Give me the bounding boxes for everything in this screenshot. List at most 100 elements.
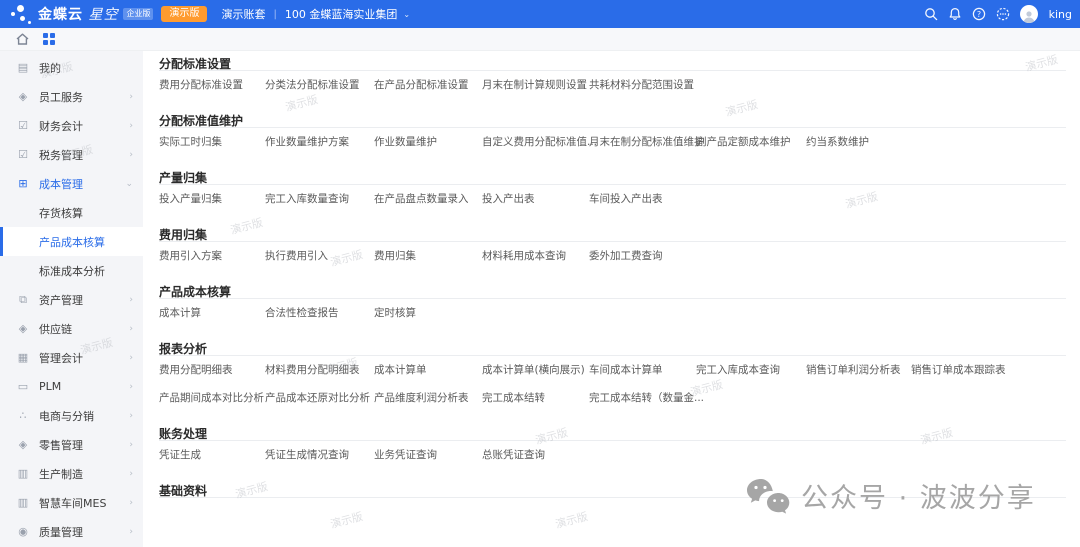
- menu-item[interactable]: 委外加工费查询: [589, 242, 663, 270]
- brand-main: 金蝶云: [38, 7, 83, 23]
- sidebar-item-label: 管理会计: [39, 350, 129, 366]
- menu-item[interactable]: 车间投入产出表: [589, 185, 663, 213]
- menu-item[interactable]: 作业数量维护方案: [265, 128, 349, 156]
- menu-item[interactable]: 在产品分配标准设置: [374, 71, 469, 99]
- menu-item[interactable]: 合法性检查报告: [265, 299, 339, 327]
- home-icon[interactable]: [16, 33, 29, 45]
- sidebar-subitem-inventory-accounting[interactable]: 存货核算: [0, 198, 143, 227]
- menu-item[interactable]: 约当系数维护: [806, 128, 869, 156]
- sidebar-item-label: 资产管理: [39, 292, 129, 308]
- menu-item[interactable]: 销售订单成本跟踪表: [911, 356, 1006, 384]
- sidebar-item-label: 零售管理: [39, 437, 129, 453]
- sidebar-item-my[interactable]: ▤我的: [0, 53, 143, 82]
- bell-icon[interactable]: [948, 7, 963, 22]
- menu-content: 分配标准设置费用分配标准设置分类法分配标准设置在产品分配标准设置月末在制计算规则…: [143, 51, 1080, 547]
- sidebar-item-financial-accounting[interactable]: ☑财务会计›: [0, 111, 143, 140]
- sidebar-item-asset-management[interactable]: ⧉ 资产管理›: [0, 285, 143, 314]
- chevron-right-icon: ›: [129, 295, 133, 305]
- menu-item[interactable]: 执行费用引入: [265, 242, 328, 270]
- sidebar-item-label: 电商与分销: [39, 408, 129, 424]
- menu-row: 实际工时归集 作业数量维护方案作业数量维护 自定义费用分配标准值...月末在制分配标…: [159, 128, 1080, 156]
- layers-icon: ◈: [16, 322, 30, 335]
- sidebar-subitem-label: 存货核算: [39, 205, 83, 221]
- menu-row: 投入产量归集 完工入库数量查询在产品盘点数量录入投入产出表 车间投入产出表: [159, 185, 1080, 213]
- menu-item[interactable]: 完工成本结转（数量金...: [589, 384, 704, 412]
- menu-item[interactable]: 在产品盘点数量录入: [374, 185, 469, 213]
- sidebar-subitem-standard-cost-analysis[interactable]: 标准成本分析: [0, 256, 143, 285]
- sidebar-item-cost-management[interactable]: ⊞成本管理⌄: [0, 169, 143, 198]
- sidebar-item-label: 税务管理: [39, 147, 129, 163]
- top-app-bar: 金蝶云 星空 企业版 演示版 演示账套 | 100 金蝶蓝海实业集团 ⌄ ? k…: [0, 0, 1080, 28]
- sidebar-item-employee-services[interactable]: ◈员工服务›: [0, 82, 143, 111]
- layers-icon: ◈: [16, 90, 30, 103]
- menu-item[interactable]: 完工入库数量查询: [265, 185, 349, 213]
- more-icon[interactable]: [996, 7, 1011, 22]
- user-avatar[interactable]: [1020, 5, 1038, 23]
- menu-item[interactable]: 费用分配明细表: [159, 356, 233, 384]
- menu-item[interactable]: 投入产量归集: [159, 185, 222, 213]
- menu-item[interactable]: 费用归集: [374, 242, 416, 270]
- sidebar-item-tax-management[interactable]: ☑税务管理›: [0, 140, 143, 169]
- sidebar-item-label: 质量管理: [39, 524, 129, 540]
- chevron-down-icon: ⌄: [125, 179, 133, 189]
- menu-item[interactable]: 车间成本计算单: [589, 356, 663, 384]
- menu-item[interactable]: 成本计算单: [374, 356, 427, 384]
- menu-item[interactable]: 材料费用分配明细表: [265, 356, 360, 384]
- help-icon[interactable]: ?: [972, 7, 987, 22]
- factory-icon: ▥: [16, 496, 30, 509]
- menu-item[interactable]: 完工入库成本查询: [696, 356, 780, 384]
- menu-item[interactable]: 共耗材料分配范围设置: [589, 71, 694, 99]
- menu-item[interactable]: 投入产出表: [482, 185, 535, 213]
- menu-item[interactable]: 凭证生成: [159, 441, 201, 469]
- menu-row: 费用分配标准设置分类法分配标准设置在产品分配标准设置月末在制计算规则设置共耗材料…: [159, 71, 1080, 99]
- menu-item[interactable]: 月末在制计算规则设置: [482, 71, 587, 99]
- copy-icon: ⧉: [16, 293, 30, 307]
- menu-item[interactable]: 定时核算: [374, 299, 416, 327]
- sidebar-item-production-manufacturing[interactable]: ▥生产制造›: [0, 459, 143, 488]
- sidebar-item-management-accounting[interactable]: ▦管理会计›: [0, 343, 143, 372]
- sidebar-item-supply-chain[interactable]: ◈供应链›: [0, 314, 143, 343]
- menu-item[interactable]: 产品期间成本对比分析: [159, 384, 264, 412]
- menu-item[interactable]: 费用分配标准设置: [159, 71, 243, 99]
- sidebar-subitem-product-cost-accounting[interactable]: 产品成本核算: [0, 227, 143, 256]
- menu-item[interactable]: 产品维度利润分析表: [374, 384, 469, 412]
- menu-item[interactable]: 实际工时归集: [159, 128, 222, 156]
- menu-item[interactable]: 销售订单利润分析表: [806, 356, 901, 384]
- menu-item[interactable]: 月末在制分配标准值维护: [589, 128, 705, 156]
- menu-item[interactable]: 成本计算: [159, 299, 201, 327]
- menu-row: 成本计算 合法性检查报告 定时核算: [159, 299, 1080, 327]
- section-title: 账务处理: [159, 427, 1066, 441]
- menu-section: 基础资料: [159, 478, 1080, 507]
- workspace-tab-bar: [0, 28, 1080, 51]
- menu-item[interactable]: 费用引入方案: [159, 242, 222, 270]
- section-title: 分配标准值维护: [159, 114, 1066, 128]
- username-label: king: [1049, 8, 1072, 21]
- menu-section: 产品成本核算成本计算合法性检查报告定时核算: [159, 279, 1080, 336]
- kingdee-logo-icon: [8, 2, 34, 26]
- menu-item[interactable]: 完工成本结转: [482, 384, 545, 412]
- menu-section: 分配标准设置费用分配标准设置分类法分配标准设置在产品分配标准设置月末在制计算规则…: [159, 51, 1080, 108]
- sidebar-item-quality-management[interactable]: ◉质量管理›: [0, 517, 143, 546]
- menu-item[interactable]: 总账凭证查询: [482, 441, 545, 469]
- sidebar-item-retail-management[interactable]: ◈零售管理›: [0, 430, 143, 459]
- active-workspace-grid-icon[interactable]: [43, 33, 55, 45]
- menu-item[interactable]: 成本计算单(横向展示): [482, 356, 585, 384]
- menu-item[interactable]: 凭证生成情况查询: [265, 441, 349, 469]
- account-switcher[interactable]: 演示账套 | 100 金蝶蓝海实业集团 ⌄: [221, 6, 410, 22]
- chevron-right-icon: ›: [129, 324, 133, 334]
- search-icon[interactable]: [924, 7, 939, 22]
- menu-item[interactable]: 材料耗用成本查询: [482, 242, 566, 270]
- chevron-right-icon: ›: [129, 469, 133, 479]
- menu-item[interactable]: 自定义费用分配标准值...: [482, 128, 597, 156]
- menu-section: 分配标准值维护实际工时归集 作业数量维护方案作业数量维护 自定义费用分配标准值...…: [159, 108, 1080, 165]
- menu-item[interactable]: 业务凭证查询: [374, 441, 437, 469]
- sidebar-item-smart-workshop-mes[interactable]: ▥智慧车间MES›: [0, 488, 143, 517]
- chevron-right-icon: ›: [129, 121, 133, 131]
- menu-item[interactable]: 分类法分配标准设置: [265, 71, 360, 99]
- sidebar-item-ecommerce-distribution[interactable]: ∴电商与分销›: [0, 401, 143, 430]
- menu-item[interactable]: 产品成本还原对比分析: [265, 384, 370, 412]
- menu-item[interactable]: 副产品定额成本维护: [696, 128, 791, 156]
- menu-item[interactable]: 作业数量维护: [374, 128, 437, 156]
- edition-badge: 企业版: [123, 8, 153, 20]
- sidebar-item-plm[interactable]: ▭PLM›: [0, 372, 143, 401]
